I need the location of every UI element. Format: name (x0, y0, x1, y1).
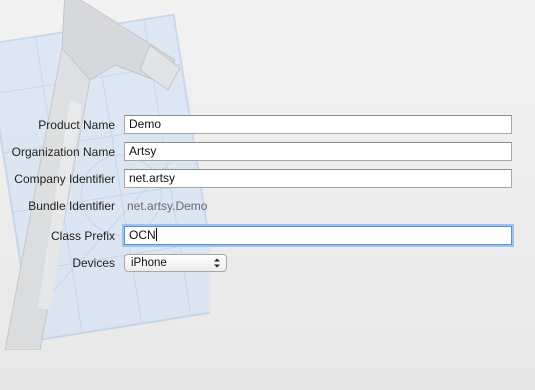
product-name-field[interactable]: Demo (124, 115, 512, 134)
up-down-chevron-icon (214, 258, 220, 268)
class-prefix-label: Class Prefix (50, 229, 115, 243)
devices-popup-button[interactable]: iPhone (124, 254, 227, 272)
text-caret (155, 228, 157, 241)
bundle-identifier-label: Bundle Identifier (28, 199, 115, 213)
devices-selected-value: iPhone (131, 257, 167, 269)
class-prefix-row: Class Prefix OCN (0, 226, 535, 246)
class-prefix-value: OCN (129, 228, 156, 242)
product-name-row: Product Name Demo (0, 115, 535, 135)
company-identifier-field[interactable]: net.artsy (124, 169, 512, 188)
organization-name-label: Organization Name (11, 145, 115, 159)
organization-name-field[interactable]: Artsy (124, 142, 512, 161)
company-identifier-label: Company Identifier (14, 172, 115, 186)
product-name-label: Product Name (38, 118, 115, 132)
devices-row: Devices iPhone (0, 253, 535, 273)
bundle-identifier-row: Bundle Identifier net.artsy.Demo (0, 196, 535, 216)
devices-label: Devices (72, 256, 115, 270)
company-identifier-row: Company Identifier net.artsy (0, 169, 535, 189)
organization-name-row: Organization Name Artsy (0, 142, 535, 162)
class-prefix-field[interactable]: OCN (124, 226, 512, 245)
bundle-identifier-value: net.artsy.Demo (127, 199, 208, 213)
